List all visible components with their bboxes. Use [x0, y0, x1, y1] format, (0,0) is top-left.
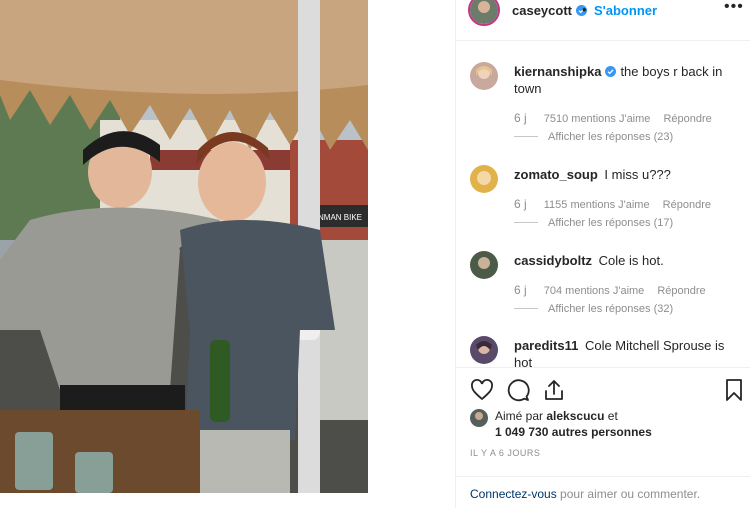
follow-button[interactable]: S'abonner: [594, 3, 657, 18]
replies-divider: [514, 136, 538, 137]
liked-by-prefix: Aimé par: [495, 409, 544, 423]
comment-username[interactable]: zomato_soup: [514, 167, 598, 182]
bookmark-icon[interactable]: [722, 378, 746, 402]
author-avatar[interactable]: [468, 0, 500, 26]
comment-username[interactable]: kiernanshipka: [514, 64, 601, 79]
share-icon[interactable]: [542, 378, 566, 402]
comment-meta: 6 j 7510 mentions J'aime Répondre: [514, 111, 722, 125]
login-prompt: Connectez-vous pour aimer ou commenter.: [456, 476, 750, 509]
author-username[interactable]: caseycott: [512, 3, 587, 18]
comment-username[interactable]: cassidyboltz: [514, 253, 592, 268]
author-username-text[interactable]: caseycott: [512, 3, 572, 18]
comment-likes[interactable]: 704 mentions J'aime: [544, 285, 645, 297]
likes-count[interactable]: 1 049 730 autres personnes: [495, 425, 652, 439]
verified-badge-icon: [605, 66, 617, 77]
comment-meta: 6 j 1155 mentions J'aime Répondre: [514, 197, 721, 211]
view-replies-label[interactable]: Afficher les réponses (23): [548, 131, 673, 143]
commenter-avatar[interactable]: [470, 62, 498, 90]
commenter-avatar[interactable]: [470, 251, 498, 279]
comment-time[interactable]: 6 j: [514, 111, 527, 125]
comment-username[interactable]: paredits11: [514, 338, 578, 353]
replies-divider: [514, 308, 538, 309]
heart-icon[interactable]: [470, 378, 494, 402]
view-replies-label[interactable]: Afficher les réponses (17): [548, 217, 673, 229]
post-photo[interactable]: NMAN BIKE: [0, 0, 368, 493]
comment-likes[interactable]: 7510 mentions J'aime: [544, 113, 651, 125]
liker-avatar[interactable]: [470, 409, 488, 427]
view-replies-button[interactable]: Afficher les réponses (23): [514, 131, 673, 143]
view-replies-button[interactable]: Afficher les réponses (17): [514, 217, 673, 229]
post-date[interactable]: IL Y A 6 JOURS: [470, 448, 540, 458]
login-prompt-text: pour aimer ou commenter.: [556, 487, 701, 501]
post-sidebar: caseycott • S'abonner ••• kiernanshipka t…: [455, 0, 750, 508]
comment-body: I miss u???: [604, 167, 671, 182]
reply-button[interactable]: Répondre: [663, 199, 711, 211]
comment-text-block: cassidyboltz Cole is hot.: [514, 252, 739, 269]
comment-body: Cole is hot.: [598, 253, 664, 268]
comments-list[interactable]: kiernanshipka the boys r back in town 6 j…: [456, 41, 750, 367]
comment-time[interactable]: 6 j: [514, 283, 527, 297]
comment-meta: 6 j 704 mentions J'aime Répondre: [514, 283, 716, 297]
comment-text-block: kiernanshipka the boys r back in town: [514, 63, 739, 97]
comment-text-block: paredits11 Cole Mitchell Sprouse is hot: [514, 337, 739, 367]
reply-button[interactable]: Répondre: [657, 285, 705, 297]
liked-by-line: Aimé par alekscucu et: [495, 408, 618, 425]
post-actions: Aimé par alekscucu et 1 049 730 autres p…: [456, 367, 750, 508]
more-options-icon[interactable]: •••: [724, 0, 744, 16]
view-replies-label[interactable]: Afficher les réponses (32): [548, 303, 673, 315]
comment-time[interactable]: 6 j: [514, 197, 527, 211]
reply-button[interactable]: Répondre: [663, 113, 711, 125]
post-header: caseycott • S'abonner •••: [456, 0, 750, 41]
commenter-avatar[interactable]: [470, 336, 498, 364]
liked-by-suffix: et: [607, 409, 618, 423]
comment-text-block: zomato_soup I miss u???: [514, 166, 739, 183]
post-image: NMAN BIKE: [0, 0, 368, 493]
view-replies-button[interactable]: Afficher les réponses (32): [514, 303, 673, 315]
svg-text:NMAN BIKE: NMAN BIKE: [318, 213, 362, 222]
comment-icon[interactable]: [506, 378, 530, 402]
replies-divider: [514, 222, 538, 223]
login-link[interactable]: Connectez-vous: [470, 487, 557, 501]
separator-dot: •: [582, 2, 587, 17]
comment-likes[interactable]: 1155 mentions J'aime: [544, 199, 650, 211]
liked-by-user[interactable]: alekscucu: [546, 409, 604, 423]
commenter-avatar[interactable]: [470, 165, 498, 193]
